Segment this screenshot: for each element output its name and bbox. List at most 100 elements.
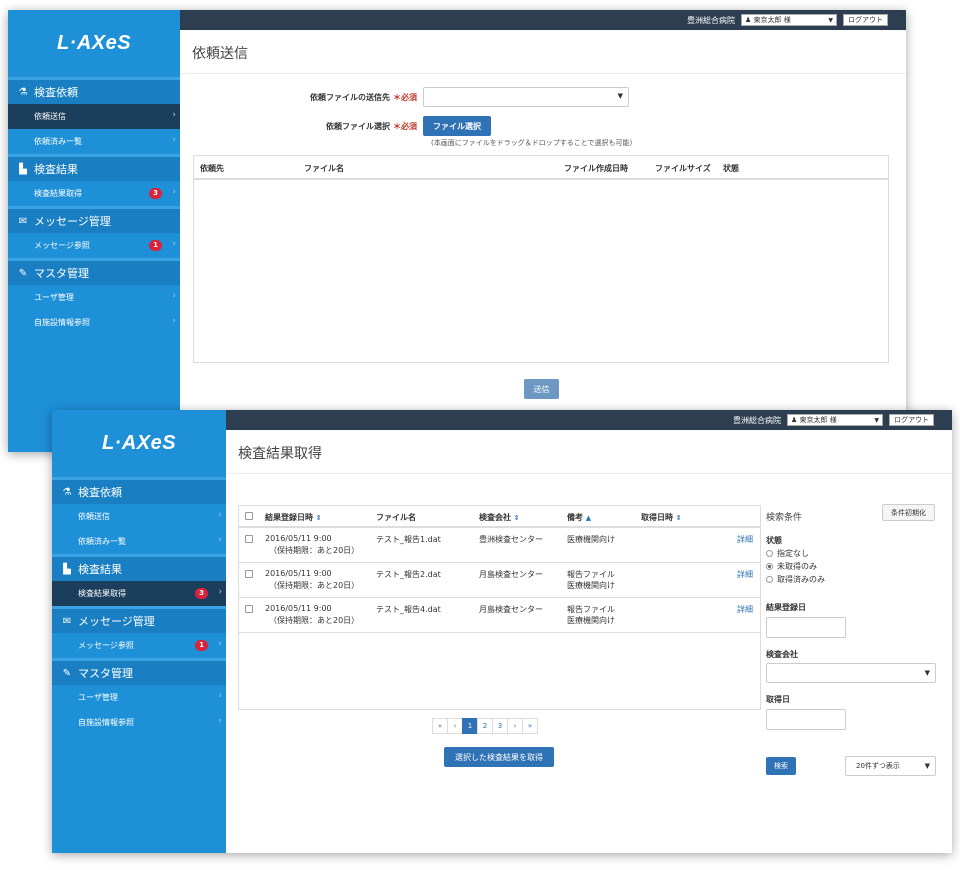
row-checkbox[interactable] — [245, 535, 253, 543]
chevron-right-icon: › — [218, 639, 222, 649]
page-title: 依頼送信 — [180, 30, 906, 74]
dest-select[interactable]: ▼ — [423, 87, 629, 107]
sidebar-item-view-messages[interactable]: メッセージ参照 1 › — [52, 633, 226, 658]
result-date: 2016/05/11 9:00 — [265, 569, 332, 578]
sidebar-section-master[interactable]: ✎ マスタ管理 — [52, 658, 226, 685]
hospital-name: 豊洲総合病院 — [687, 15, 735, 25]
row-checkbox[interactable] — [245, 570, 253, 578]
row-checkbox[interactable] — [245, 605, 253, 613]
select-all-checkbox[interactable] — [245, 512, 253, 520]
column-header-label: 備考 — [567, 513, 583, 522]
main-content: 依頼送信 依頼ファイルの送信先 ＊必須 ▼ 依頼ファイル選択 ＊必須 ファイル選… — [180, 30, 906, 452]
chevron-right-icon: › — [172, 135, 176, 145]
table-row: 2016/05/11 9:00 （保持期限：あと20日） テスト_報告1.dat… — [239, 528, 760, 563]
sidebar-item-user-management[interactable]: ユーザ管理 › — [8, 285, 180, 310]
acquired-date-input[interactable] — [766, 709, 846, 730]
sidebar-item-label: 検査結果取得 — [34, 189, 82, 198]
sort-icon: ⇕ — [513, 514, 520, 522]
pager-next[interactable]: › — [507, 718, 523, 734]
sidebar-item-request-list[interactable]: 依頼済み一覧 › — [52, 529, 226, 554]
main-content: 検査結果取得 結果登録日時 ⇕ ファイル名 検査会社 ⇕ 備考 ▲ 取得日時 ⇕… — [226, 430, 952, 853]
result-note: 報告ファイル — [567, 605, 615, 614]
column-header: ファイル名 — [304, 164, 344, 173]
sidebar-item-request-list[interactable]: 依頼済み一覧 › — [8, 129, 180, 154]
pager-last[interactable]: » — [522, 718, 538, 734]
radio-label: 未取得のみ — [777, 562, 817, 571]
pager-page-2[interactable]: 2 — [477, 718, 493, 734]
column-header-note[interactable]: 備考 ▲ — [567, 512, 591, 523]
sidebar-section-test-request[interactable]: ⚗ 検査依頼 — [8, 77, 180, 104]
sidebar-section-test-request[interactable]: ⚗ 検査依頼 — [52, 477, 226, 504]
result-file: テスト_報告4.dat — [376, 605, 441, 614]
sidebar-section-master[interactable]: ✎ マスタ管理 — [8, 258, 180, 285]
sidebar-item-facility-info[interactable]: 自施設情報参照 › — [52, 710, 226, 735]
user-select[interactable]: ♟ 東京太郎 様 ▼ — [787, 414, 883, 426]
user-select[interactable]: ♟ 東京太郎 様 ▼ — [741, 14, 837, 26]
wrench-icon: ✎ — [18, 267, 28, 279]
detail-link[interactable]: 詳細 — [737, 569, 753, 580]
sidebar-item-get-results[interactable]: 検査結果取得 3 › — [52, 581, 226, 606]
sidebar-section-label: マスタ管理 — [34, 267, 89, 280]
sidebar-item-send-request[interactable]: 依頼送信 › — [8, 104, 180, 129]
pager-page-1[interactable]: 1 — [462, 718, 478, 734]
results-table-header: 結果登録日時 ⇕ ファイル名 検査会社 ⇕ 備考 ▲ 取得日時 ⇕ — [239, 506, 760, 528]
chevron-right-icon: › — [172, 239, 176, 249]
column-header-date[interactable]: 結果登録日時 ⇕ — [265, 512, 322, 523]
file-row: 依頼ファイル選択 ＊必須 ファイル選択 — [326, 116, 491, 136]
column-header: 依頼先 — [200, 164, 224, 173]
chevron-right-icon: › — [218, 510, 222, 520]
sidebar-section-label: 検査依頼 — [78, 486, 122, 499]
sidebar-section-test-results[interactable]: ▙ 検査結果 — [52, 554, 226, 581]
result-date: 2016/05/11 9:00 — [265, 534, 332, 543]
per-page-select[interactable]: 20件ずつ表示 ▼ — [845, 756, 936, 776]
pager-page-3[interactable]: 3 — [492, 718, 508, 734]
radio-label: 指定なし — [777, 549, 809, 558]
sidebar-section-messages[interactable]: ✉ メッセージ管理 — [52, 606, 226, 633]
result-company: 月島検査センター — [479, 605, 543, 614]
status-label: 状態 — [766, 536, 782, 545]
result-date-input[interactable] — [766, 617, 846, 638]
get-selected-results-button[interactable]: 選択した検査結果を取得 — [444, 747, 554, 767]
status-radio-unacquired[interactable]: 未取得のみ — [766, 561, 817, 572]
table-row: 2016/05/11 9:00 （保持期限：あと20日） テスト_報告2.dat… — [239, 563, 760, 598]
pager-first[interactable]: « — [432, 718, 448, 734]
bar-chart-icon: ▙ — [63, 563, 71, 575]
logout-button[interactable]: ログアウト — [843, 14, 888, 26]
search-button[interactable]: 検索 — [766, 757, 796, 775]
sidebar-item-facility-info[interactable]: 自施設情報参照 › — [8, 310, 180, 335]
sidebar-section-messages[interactable]: ✉ メッセージ管理 — [8, 206, 180, 233]
result-expiry: （保持期限：あと20日） — [269, 581, 360, 590]
detail-link[interactable]: 詳細 — [737, 604, 753, 615]
file-select-button[interactable]: ファイル選択 — [423, 116, 491, 136]
sidebar-item-label: ユーザ管理 — [78, 693, 118, 702]
sidebar-item-label: ユーザ管理 — [34, 293, 74, 302]
result-expiry: （保持期限：あと20日） — [269, 546, 360, 555]
dest-label: 依頼ファイルの送信先 — [310, 92, 390, 102]
sidebar-item-label: メッセージ参照 — [78, 641, 134, 650]
sidebar-item-label: 自施設情報参照 — [78, 718, 134, 727]
pager-prev[interactable]: ‹ — [447, 718, 463, 734]
column-header-acquired[interactable]: 取得日時 ⇕ — [641, 512, 682, 523]
company-select[interactable]: ▼ — [766, 663, 936, 683]
detail-link[interactable]: 詳細 — [737, 534, 753, 545]
chevron-right-icon: › — [218, 691, 222, 701]
sidebar: L·AXeS ⚗ 検査依頼 依頼送信 › 依頼済み一覧 › ▙ 検査結果 検査結… — [52, 410, 226, 853]
caret-down-icon: ▼ — [617, 92, 623, 100]
column-header-label: 結果登録日時 — [265, 513, 313, 522]
caret-down-icon: ▼ — [924, 669, 930, 677]
sidebar-item-get-results[interactable]: 検査結果取得 3 › — [8, 181, 180, 206]
sidebar-section-test-results[interactable]: ▙ 検査結果 — [8, 154, 180, 181]
status-radio-acquired[interactable]: 取得済みのみ — [766, 574, 825, 585]
result-date: 2016/05/11 9:00 — [265, 604, 332, 613]
sidebar-item-view-messages[interactable]: メッセージ参照 1 › — [8, 233, 180, 258]
required-mark: ＊必須 — [393, 121, 417, 131]
status-radio-none[interactable]: 指定なし — [766, 548, 809, 559]
count-badge: 1 — [149, 240, 162, 251]
reset-filter-button[interactable]: 条件初期化 — [882, 504, 935, 521]
pagination: « ‹ 1 2 3 › » — [432, 718, 538, 734]
send-button[interactable]: 送信 — [524, 379, 559, 399]
column-header-company[interactable]: 検査会社 ⇕ — [479, 512, 520, 523]
sidebar-item-user-management[interactable]: ユーザ管理 › — [52, 685, 226, 710]
logout-button[interactable]: ログアウト — [889, 414, 934, 426]
sidebar-item-send-request[interactable]: 依頼送信 › — [52, 504, 226, 529]
